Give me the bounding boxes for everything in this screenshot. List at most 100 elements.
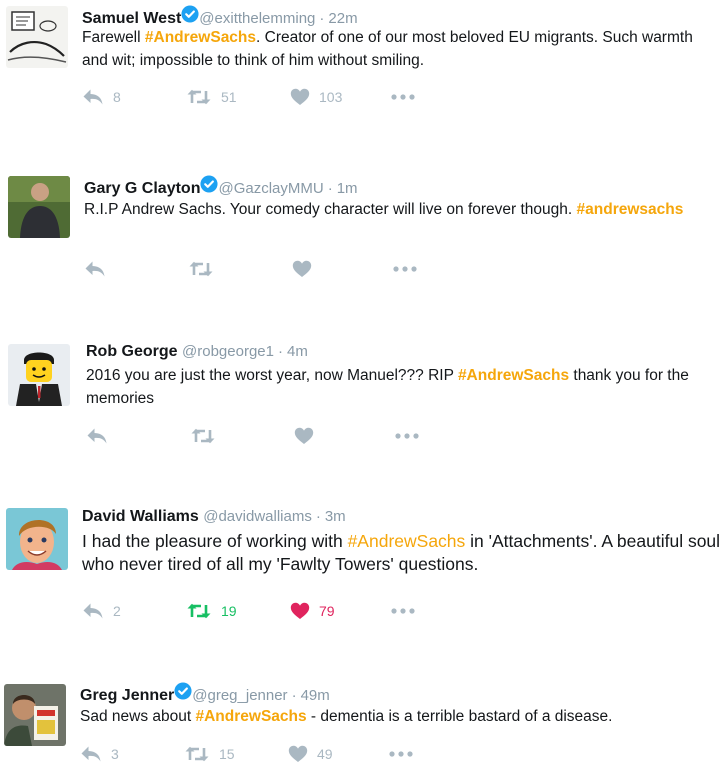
reply-icon bbox=[87, 428, 107, 444]
more-options-icon bbox=[391, 608, 415, 614]
timestamp[interactable]: 22m bbox=[328, 10, 357, 27]
like-button[interactable] bbox=[292, 258, 312, 280]
verified-badge-icon bbox=[200, 175, 219, 193]
avatar[interactable] bbox=[6, 508, 68, 570]
like-button[interactable]: 49 bbox=[288, 743, 333, 765]
man-photo-avatar bbox=[8, 176, 70, 238]
like-count: 79 bbox=[319, 603, 335, 619]
retweet-icon bbox=[187, 89, 211, 105]
avatar[interactable] bbox=[6, 6, 68, 68]
user-handle[interactable]: @robgeorge1 bbox=[182, 343, 274, 360]
heart-icon bbox=[290, 88, 310, 105]
like-button[interactable]: 79 bbox=[290, 600, 335, 622]
tweet-text: 2016 you are just the worst year, now Ma… bbox=[86, 364, 716, 410]
retweet-button[interactable] bbox=[188, 258, 214, 280]
retweet-button[interactable] bbox=[190, 425, 216, 447]
reply-icon bbox=[85, 261, 105, 277]
display-name[interactable]: David Walliams bbox=[82, 508, 199, 525]
retweet-count: 19 bbox=[221, 603, 237, 619]
more-button[interactable] bbox=[394, 425, 420, 447]
tweet: Samuel West @exitthelemming · 22m Farewell #… bbox=[0, 0, 720, 170]
text-segment: - dementia is a terrible bastard of a di… bbox=[306, 708, 613, 725]
text-segment: Sad news about bbox=[80, 708, 196, 725]
timestamp[interactable]: 1m bbox=[337, 180, 358, 197]
hashtag-link[interactable]: #AndrewSachs bbox=[145, 29, 256, 46]
lego-figure-avatar bbox=[8, 344, 70, 406]
more-options-icon bbox=[393, 266, 417, 272]
text-segment: I had the pleasure of working with bbox=[82, 531, 348, 551]
retweet-count: 15 bbox=[219, 746, 235, 762]
display-name[interactable]: Rob George bbox=[86, 343, 178, 360]
avatar[interactable] bbox=[8, 344, 70, 406]
reply-count: 8 bbox=[113, 89, 121, 105]
retweet-count: 51 bbox=[221, 89, 237, 105]
reply-icon bbox=[83, 89, 103, 105]
verified-badge-icon bbox=[181, 5, 199, 23]
separator-dot: · bbox=[315, 508, 321, 525]
hashtag-link[interactable]: #AndrewSachs bbox=[195, 708, 306, 725]
avatar[interactable] bbox=[8, 176, 70, 238]
reply-icon bbox=[83, 603, 103, 619]
heart-icon bbox=[288, 745, 308, 762]
retweet-icon bbox=[189, 261, 213, 277]
retweet-icon bbox=[187, 603, 211, 619]
reply-button[interactable]: 2 bbox=[82, 600, 121, 622]
tweet: Rob George @robgeorge1 · 4m 2016 you are ju… bbox=[0, 338, 720, 504]
retweet-icon bbox=[185, 746, 209, 762]
man-with-book-avatar bbox=[4, 684, 66, 746]
retweet-icon bbox=[191, 428, 215, 444]
retweet-button[interactable]: 15 bbox=[184, 743, 235, 765]
timestamp[interactable]: 49m bbox=[301, 687, 330, 704]
text-segment: Farewell bbox=[82, 29, 145, 46]
cartoon-portrait-avatar bbox=[6, 508, 68, 570]
separator-dot: · bbox=[277, 343, 283, 360]
tweet-text: I had the pleasure of working with #Andr… bbox=[82, 530, 720, 576]
text-segment: 2016 you are just the worst year, now Ma… bbox=[86, 367, 458, 384]
tweet: David Walliams @davidwalliams · 3m I had th… bbox=[0, 504, 720, 678]
user-handle[interactable]: @exitthelemming bbox=[199, 10, 315, 27]
hashtag-link[interactable]: #andrewsachs bbox=[577, 201, 684, 218]
reply-count: 2 bbox=[113, 603, 121, 619]
like-count: 49 bbox=[317, 746, 333, 762]
heart-icon bbox=[290, 602, 310, 619]
tweet: Greg Jenner @greg_jenner · 49m Sad news abou… bbox=[0, 678, 720, 770]
separator-dot: · bbox=[291, 687, 297, 704]
retweet-button[interactable]: 19 bbox=[186, 600, 237, 622]
reply-button[interactable] bbox=[84, 258, 106, 280]
more-button[interactable] bbox=[388, 743, 414, 765]
more-button[interactable] bbox=[390, 86, 416, 108]
more-options-icon bbox=[391, 94, 415, 100]
user-handle[interactable]: @greg_jenner bbox=[192, 687, 287, 704]
display-name[interactable]: Greg Jenner bbox=[80, 687, 174, 704]
timestamp[interactable]: 4m bbox=[287, 343, 308, 360]
more-button[interactable] bbox=[390, 600, 416, 622]
user-handle[interactable]: @GazclayMMU bbox=[218, 180, 323, 197]
timestamp[interactable]: 3m bbox=[325, 508, 346, 525]
more-options-icon bbox=[389, 751, 413, 757]
reply-icon bbox=[81, 746, 101, 762]
retweet-button[interactable]: 51 bbox=[186, 86, 237, 108]
tweet-header: Gary G Clayton @GazclayMMU · 1m bbox=[84, 175, 358, 199]
hashtag-link[interactable]: #AndrewSachs bbox=[458, 367, 569, 384]
separator-dot: · bbox=[319, 10, 325, 27]
more-button[interactable] bbox=[392, 258, 418, 280]
user-handle[interactable]: @davidwalliams bbox=[203, 508, 312, 525]
tweet-text: Farewell #AndrewSachs. Creator of one of… bbox=[82, 26, 702, 72]
reply-button[interactable]: 8 bbox=[82, 86, 121, 108]
display-name[interactable]: Gary G Clayton bbox=[84, 180, 200, 197]
reply-button[interactable]: 3 bbox=[80, 743, 119, 765]
tweet: Gary G Clayton @GazclayMMU · 1m R.I.P Andrew… bbox=[0, 170, 720, 338]
text-segment: R.I.P Andrew Sachs. Your comedy characte… bbox=[84, 201, 577, 218]
like-button[interactable]: 103 bbox=[290, 86, 342, 108]
display-name[interactable]: Samuel West bbox=[82, 10, 181, 27]
heart-icon bbox=[292, 260, 312, 277]
tweet-header: David Walliams @davidwalliams · 3m bbox=[82, 507, 346, 527]
heart-icon bbox=[294, 427, 314, 444]
like-count: 103 bbox=[319, 89, 343, 105]
verified-badge-icon bbox=[174, 682, 192, 700]
hashtag-link[interactable]: #AndrewSachs bbox=[348, 531, 466, 551]
avatar[interactable] bbox=[4, 684, 66, 746]
tweet-header: Rob George @robgeorge1 · 4m bbox=[86, 342, 308, 362]
like-button[interactable] bbox=[294, 425, 314, 447]
reply-button[interactable] bbox=[86, 425, 108, 447]
